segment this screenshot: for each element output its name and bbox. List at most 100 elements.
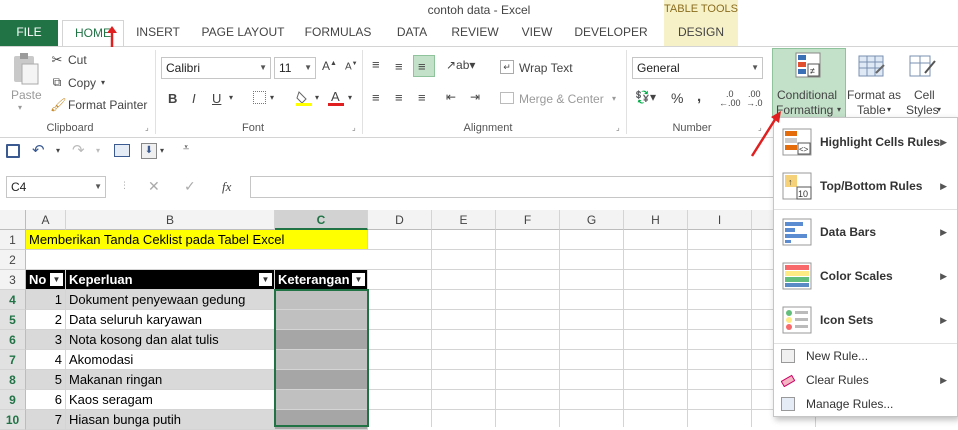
increase-decimal-icon[interactable]: .0 ←.00	[719, 90, 741, 108]
sort-filter-icon[interactable]: ⬇	[141, 143, 157, 159]
redo-icon[interactable]: ↷	[72, 141, 85, 159]
header-keperluan[interactable]: Keperluan ▼	[66, 270, 275, 290]
menu-item-new-rule[interactable]: New Rule...	[774, 344, 957, 368]
filter-dropdown-icon[interactable]: ▼	[259, 273, 272, 286]
menu-item-icon-sets[interactable]: Icon Sets ▶	[774, 298, 957, 342]
row-header-6[interactable]: 6	[0, 330, 26, 350]
number-format-select[interactable]: General ▼	[632, 57, 763, 79]
merge-dropdown-icon[interactable]: ▾	[612, 94, 616, 103]
filter-dropdown-icon[interactable]: ▼	[352, 273, 365, 286]
cell-no[interactable]: 7	[26, 410, 66, 430]
comma-style-button[interactable]: ,	[697, 88, 701, 105]
cell-styles-label-1[interactable]: Cell	[914, 88, 935, 102]
filter-dropdown-icon[interactable]: ▼	[50, 273, 63, 286]
format-as-table-label-1[interactable]: Format as	[847, 88, 901, 102]
cell-no[interactable]: 6	[26, 390, 66, 410]
decrease-decimal-icon[interactable]: .00 →.0	[746, 90, 763, 108]
dialog-launcher-icon[interactable]: ⌟	[352, 123, 356, 132]
cell-no[interactable]: 2	[26, 310, 66, 330]
column-header-e[interactable]: E	[432, 210, 496, 230]
customize-qat-icon[interactable]: ⩡	[183, 142, 189, 155]
fill-color-dropdown-icon[interactable]: ▾	[315, 93, 319, 102]
cell-keterangan[interactable]	[275, 350, 368, 370]
tab-page-layout[interactable]: PAGE LAYOUT	[196, 20, 290, 46]
row-header-3[interactable]: 3	[0, 270, 26, 290]
paste-button[interactable]: Paste	[11, 88, 42, 102]
cell-no[interactable]: 4	[26, 350, 66, 370]
menu-item-manage-rules[interactable]: Manage Rules...	[774, 392, 957, 416]
menu-item-clear-rules[interactable]: Clear Rules ▶	[774, 368, 957, 392]
font-size-select[interactable]: 11 ▼	[274, 57, 316, 79]
dialog-launcher-icon[interactable]: ⌟	[145, 123, 149, 132]
shrink-font-icon[interactable]: A▼	[345, 61, 358, 72]
undo-icon[interactable]: ↶	[32, 141, 45, 159]
paste-dropdown-icon[interactable]: ▾	[18, 103, 22, 112]
column-header-b[interactable]: B	[66, 210, 275, 230]
cell-no[interactable]: 5	[26, 370, 66, 390]
menu-item-color-scales[interactable]: Color Scales ▶	[774, 254, 957, 298]
column-header-d[interactable]: D	[368, 210, 432, 230]
italic-button[interactable]: I	[192, 91, 196, 106]
align-middle-icon[interactable]: ≡	[395, 59, 403, 74]
undo-dropdown-icon[interactable]: ▾	[56, 146, 60, 155]
borders-dropdown-icon[interactable]: ▾	[270, 93, 274, 102]
font-color-icon[interactable]: A	[328, 89, 344, 106]
cell-keterangan[interactable]	[275, 410, 368, 430]
row-header-1[interactable]: 1	[0, 230, 26, 250]
fill-color-icon[interactable]	[296, 90, 312, 106]
column-header-f[interactable]: F	[496, 210, 560, 230]
cell-keterangan[interactable]	[275, 390, 368, 410]
column-header-a[interactable]: A	[26, 210, 66, 230]
underline-dropdown-icon[interactable]: ▾	[229, 93, 233, 102]
cell-styles-label-2[interactable]: Styles	[906, 103, 939, 117]
percent-style-button[interactable]: %	[671, 90, 683, 106]
bold-button[interactable]: B	[168, 91, 177, 106]
wrap-text-button[interactable]: Wrap Text	[519, 61, 573, 75]
format-painter-button[interactable]: Format Painter	[68, 98, 147, 112]
align-bottom-button[interactable]: ≡	[413, 55, 435, 77]
dialog-launcher-icon[interactable]: ⌟	[616, 123, 620, 132]
borders-icon[interactable]	[253, 91, 266, 104]
menu-item-data-bars[interactable]: Data Bars ▶	[774, 210, 957, 254]
tab-file[interactable]: FILE	[0, 20, 58, 46]
decrease-indent-icon[interactable]: ⇤	[446, 90, 456, 104]
grow-font-icon[interactable]: A▲	[322, 59, 337, 73]
tab-formulas[interactable]: FORMULAS	[298, 20, 378, 46]
row-header-9[interactable]: 9	[0, 390, 26, 410]
tab-data[interactable]: DATA	[386, 20, 438, 46]
tab-insert[interactable]: INSERT	[130, 20, 186, 46]
align-center-icon[interactable]: ≡	[395, 90, 403, 105]
copy-button[interactable]: Copy	[68, 76, 96, 90]
cell-keperluan[interactable]: Dokument penyewaan gedung	[66, 290, 275, 310]
form-icon[interactable]	[114, 144, 130, 157]
format-as-table-label-2[interactable]: Table	[857, 103, 886, 117]
cell-keperluan[interactable]: Data seluruh karyawan	[66, 310, 275, 330]
cell-keperluan[interactable]: Makanan ringan	[66, 370, 275, 390]
cell-keterangan[interactable]	[275, 290, 368, 310]
align-top-icon[interactable]: ≡	[372, 57, 380, 72]
select-all-button[interactable]	[0, 210, 26, 230]
underline-button[interactable]: U	[212, 91, 221, 106]
cell-no[interactable]: 3	[26, 330, 66, 350]
cell-no[interactable]: 1	[26, 290, 66, 310]
merge-center-button[interactable]: Merge & Center	[519, 92, 604, 106]
cell-keterangan[interactable]	[275, 370, 368, 390]
accounting-format-icon[interactable]: 💱▾	[635, 90, 656, 104]
copy-dropdown-icon[interactable]: ▾	[101, 78, 105, 87]
name-box[interactable]: C4 ▼	[6, 176, 106, 198]
cancel-icon[interactable]: ✕	[148, 178, 160, 195]
tab-view[interactable]: VIEW	[512, 20, 562, 46]
row-header-2[interactable]: 2	[0, 250, 26, 270]
column-header-i[interactable]: I	[688, 210, 752, 230]
save-icon[interactable]	[6, 144, 20, 158]
row-header-8[interactable]: 8	[0, 370, 26, 390]
increase-indent-icon[interactable]: ⇥	[470, 90, 480, 104]
cell-keperluan[interactable]: Nota kosong dan alat tulis	[66, 330, 275, 350]
tab-developer[interactable]: DEVELOPER	[570, 20, 652, 46]
tab-review[interactable]: REVIEW	[446, 20, 504, 46]
column-header-g[interactable]: G	[560, 210, 624, 230]
cell-keperluan[interactable]: Akomodasi	[66, 350, 275, 370]
cut-button[interactable]: Cut	[68, 53, 87, 67]
column-header-c[interactable]: C	[275, 210, 368, 230]
cell-keperluan[interactable]: Hiasan bunga putih	[66, 410, 275, 430]
